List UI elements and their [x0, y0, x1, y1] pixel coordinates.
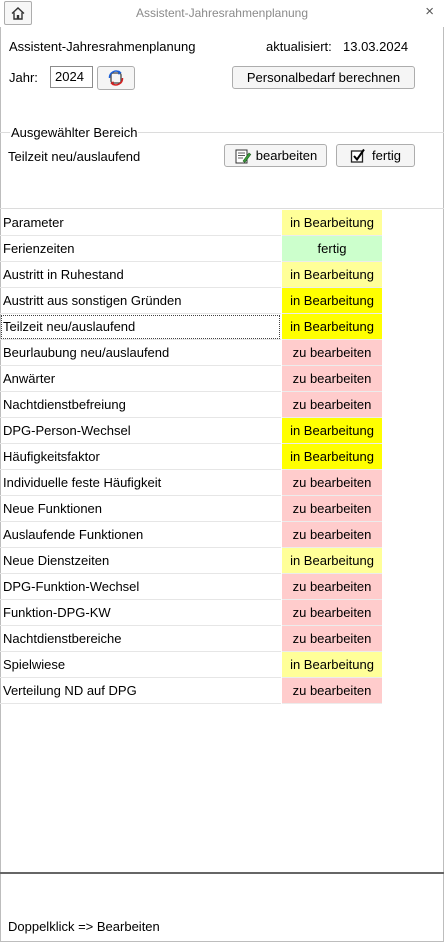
row-name[interactable]: Nachtdienstbefreiung	[0, 392, 281, 418]
updated-date: 13.03.2024	[343, 39, 409, 54]
row-name[interactable]: Neue Funktionen	[0, 496, 281, 522]
row-status[interactable]: in Bearbeitung	[282, 652, 382, 678]
selected-area-label: Teilzeit neu/auslaufend	[8, 149, 141, 164]
edit-button-label: bearbeiten	[255, 148, 318, 163]
table-row[interactable]: Parameter in Bearbeitung	[0, 210, 444, 236]
refresh-button[interactable]	[97, 66, 135, 90]
table-row[interactable]: Nachtdienstbereiche zu bearbeiten	[0, 626, 444, 652]
row-name[interactable]: DPG-Person-Wechsel	[0, 418, 281, 444]
year-input[interactable]: 2024	[50, 66, 93, 88]
title-bar: Assistent-Jahresrahmenplanung ×	[0, 0, 444, 27]
row-status[interactable]: in Bearbeitung	[282, 548, 382, 574]
row-status[interactable]: zu bearbeiten	[282, 678, 382, 704]
row-status[interactable]: in Bearbeitung	[282, 288, 382, 314]
row-status[interactable]: fertig	[282, 236, 382, 262]
row-status[interactable]: zu bearbeiten	[282, 600, 382, 626]
row-status[interactable]: zu bearbeiten	[282, 574, 382, 600]
footer-hint: Doppelklick => Bearbeiten	[8, 919, 160, 934]
row-name[interactable]: Spielwiese	[0, 652, 281, 678]
table-row[interactable]: Teilzeit neu/auslaufend in Bearbeitung	[0, 314, 444, 340]
row-status[interactable]: in Bearbeitung	[282, 210, 382, 236]
row-name[interactable]: Beurlaubung neu/auslaufend	[0, 340, 281, 366]
row-status[interactable]: zu bearbeiten	[282, 392, 382, 418]
footer-divider	[0, 872, 444, 874]
checkbox-check-icon	[350, 148, 365, 163]
row-status[interactable]: zu bearbeiten	[282, 626, 382, 652]
window-title: Assistent-Jahresrahmenplanung	[135, 6, 309, 20]
row-status[interactable]: zu bearbeiten	[282, 340, 382, 366]
edit-document-icon	[235, 149, 251, 163]
year-label: Jahr:	[9, 70, 38, 85]
row-name[interactable]: Austritt in Ruhestand	[0, 262, 281, 288]
row-status[interactable]: in Bearbeitung	[282, 418, 382, 444]
table-row[interactable]: Funktion-DPG-KW zu bearbeiten	[0, 600, 444, 626]
row-name[interactable]: Verteilung ND auf DPG	[0, 678, 281, 704]
row-name[interactable]: Ferienzeiten	[0, 236, 281, 262]
row-name[interactable]: Nachtdienstbereiche	[0, 626, 281, 652]
row-name[interactable]: Funktion-DPG-KW	[0, 600, 281, 626]
table-row[interactable]: Anwärter zu bearbeiten	[0, 366, 444, 392]
refresh-icon	[108, 70, 124, 86]
row-name[interactable]: Austritt aus sonstigen Gründen	[0, 288, 281, 314]
status-table: Parameter in Bearbeitung Ferienzeiten ferti…	[0, 210, 444, 704]
done-button-label: fertig	[372, 148, 401, 163]
table-row[interactable]: DPG-Funktion-Wechsel zu bearbeiten	[0, 574, 444, 600]
table-row[interactable]: Neue Dienstzeiten in Bearbeitung	[0, 548, 444, 574]
row-status[interactable]: zu bearbeiten	[282, 522, 382, 548]
table-row[interactable]: Beurlaubung neu/auslaufend zu bearbeiten	[0, 340, 444, 366]
table-row[interactable]: Nachtdienstbefreiung zu bearbeiten	[0, 392, 444, 418]
table-row[interactable]: Austritt aus sonstigen Gründen in Bearbei…	[0, 288, 444, 314]
table-row[interactable]: Häufigkeitsfaktor in Bearbeitung	[0, 444, 444, 470]
row-name[interactable]: Häufigkeitsfaktor	[0, 444, 281, 470]
row-name[interactable]: Neue Dienstzeiten	[0, 548, 281, 574]
updated-label: aktualisiert:	[266, 39, 332, 54]
table-row[interactable]: Ferienzeiten fertig	[0, 236, 444, 262]
table-row[interactable]: Neue Funktionen zu bearbeiten	[0, 496, 444, 522]
table-row[interactable]: Auslaufende Funktionen zu bearbeiten	[0, 522, 444, 548]
close-icon[interactable]: ×	[425, 3, 434, 20]
row-status[interactable]: in Bearbeitung	[282, 314, 382, 340]
group-title: Ausgewählter Bereich	[10, 125, 139, 140]
edit-button[interactable]: bearbeiten	[224, 144, 327, 167]
calculate-staff-button[interactable]: Personalbedarf berechnen	[232, 66, 415, 89]
row-name[interactable]: Parameter	[0, 210, 281, 236]
row-name[interactable]: DPG-Funktion-Wechsel	[0, 574, 281, 600]
row-name[interactable]: Teilzeit neu/auslaufend	[0, 314, 281, 340]
row-status[interactable]: zu bearbeiten	[282, 366, 382, 392]
row-status[interactable]: zu bearbeiten	[282, 470, 382, 496]
done-button[interactable]: fertig	[336, 144, 415, 167]
row-name[interactable]: Anwärter	[0, 366, 281, 392]
row-name[interactable]: Individuelle feste Häufigkeit	[0, 470, 281, 496]
row-status[interactable]: zu bearbeiten	[282, 496, 382, 522]
table-row[interactable]: Individuelle feste Häufigkeit zu bearbeit…	[0, 470, 444, 496]
table-row[interactable]: Spielwiese in Bearbeitung	[0, 652, 444, 678]
table-row[interactable]: Austritt in Ruhestand in Bearbeitung	[0, 262, 444, 288]
table-row[interactable]: DPG-Person-Wechsel in Bearbeitung	[0, 418, 444, 444]
row-status[interactable]: in Bearbeitung	[282, 262, 382, 288]
row-name[interactable]: Auslaufende Funktionen	[0, 522, 281, 548]
row-status[interactable]: in Bearbeitung	[282, 444, 382, 470]
table-row[interactable]: Verteilung ND auf DPG zu bearbeiten	[0, 678, 444, 704]
table-top-divider	[0, 208, 444, 209]
app-title: Assistent-Jahresrahmenplanung	[9, 39, 196, 54]
